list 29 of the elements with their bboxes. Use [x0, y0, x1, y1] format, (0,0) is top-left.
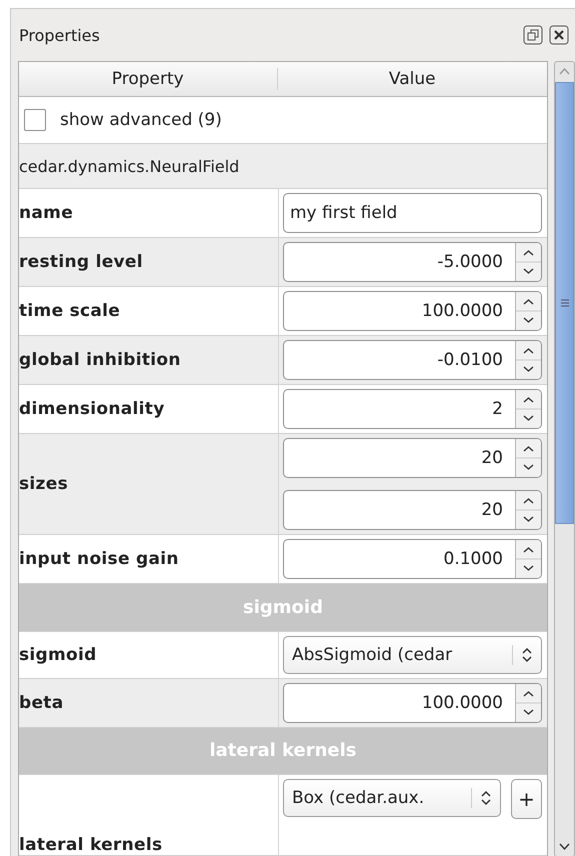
property-label: name: [19, 203, 74, 224]
checkbox-label: show advanced (9): [60, 110, 222, 130]
spin-box[interactable]: 0.1000: [283, 539, 542, 580]
column-header[interactable]: Property: [19, 68, 278, 90]
property-label: beta: [19, 692, 64, 713]
spin-box[interactable]: 2: [283, 389, 542, 430]
property-label: dimensionality: [19, 399, 165, 420]
add-button[interactable]: +: [511, 778, 542, 819]
spin-box[interactable]: 100.0000: [283, 682, 542, 723]
spin-box[interactable]: 20: [283, 438, 542, 478]
property-label: input noise gain: [19, 549, 179, 570]
section-header: lateral kernels: [19, 728, 547, 775]
spin-box[interactable]: -0.0100: [283, 340, 542, 380]
property-label: sizes: [19, 474, 68, 494]
property-label: resting level: [19, 252, 143, 272]
class-name: cedar.dynamics.NeuralField: [19, 156, 240, 176]
spin-box[interactable]: 20: [283, 490, 542, 530]
name-field[interactable]: my first field: [283, 193, 542, 234]
property-label: lateral kernels: [19, 834, 162, 855]
panel-title: Properties: [19, 26, 101, 44]
property-label: global inhibition: [19, 350, 181, 370]
dropdown[interactable]: AbsSigmoid (cedar: [283, 636, 542, 674]
spin-box[interactable]: 100.0000: [283, 291, 542, 332]
property-label: sigmoid: [19, 644, 97, 665]
property-label: time scale: [19, 301, 120, 322]
section-header: sigmoid: [19, 584, 547, 632]
dropdown[interactable]: Box (cedar.aux.: [283, 778, 501, 817]
spin-box[interactable]: -5.0000: [283, 242, 542, 282]
column-header[interactable]: Value: [278, 62, 547, 96]
